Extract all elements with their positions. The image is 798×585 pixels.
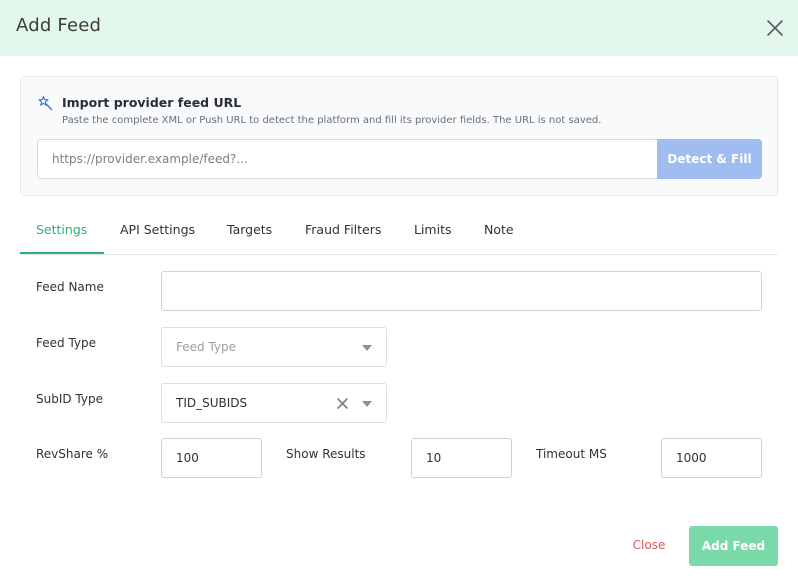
- revshare-label: RevShare %: [36, 447, 109, 461]
- tab-targets[interactable]: Targets: [227, 222, 272, 237]
- subid-type-value: TID_SUBIDS: [176, 396, 248, 410]
- tab-settings[interactable]: Settings: [36, 222, 87, 237]
- feed-type-label: Feed Type: [36, 336, 97, 350]
- modal-header: Add Feed: [0, 0, 798, 56]
- settings-tabs: Settings API Settings Targets Fraud Filt…: [20, 212, 778, 255]
- active-tab-indicator: [20, 252, 104, 254]
- provider-url-input[interactable]: [37, 139, 657, 179]
- tab-note[interactable]: Note: [484, 222, 514, 237]
- chevron-down-icon: [362, 401, 372, 407]
- clear-icon[interactable]: [336, 397, 349, 410]
- timeout-ms-label: Timeout MS: [536, 447, 607, 461]
- revshare-input[interactable]: [161, 438, 262, 478]
- feed-type-select[interactable]: Feed Type: [161, 327, 387, 367]
- feed-name-input[interactable]: [161, 271, 762, 311]
- detect-fill-button[interactable]: Detect & Fill: [657, 139, 762, 179]
- close-icon[interactable]: [764, 17, 786, 39]
- close-button[interactable]: Close: [616, 528, 682, 562]
- feed-type-placeholder: Feed Type: [176, 340, 237, 354]
- feed-name-label: Feed Name: [36, 280, 104, 294]
- import-title: Import provider feed URL: [62, 95, 242, 110]
- tab-api-settings[interactable]: API Settings: [120, 222, 195, 237]
- subid-type-select[interactable]: TID_SUBIDS: [161, 383, 387, 423]
- show-results-input[interactable]: [411, 438, 512, 478]
- import-description: Paste the complete XML or Push URL to de…: [62, 115, 602, 126]
- tab-limits[interactable]: Limits: [414, 222, 452, 237]
- chevron-down-icon: [362, 345, 372, 351]
- modal-title: Add Feed: [16, 15, 102, 36]
- add-feed-button[interactable]: Add Feed: [689, 526, 778, 566]
- tab-fraud-filters[interactable]: Fraud Filters: [305, 222, 381, 237]
- timeout-ms-input[interactable]: [661, 438, 762, 478]
- magic-wand-icon: [38, 95, 53, 111]
- add-feed-modal: Add Feed Import provider feed URL Paste …: [0, 0, 798, 585]
- show-results-label: Show Results: [286, 447, 366, 461]
- import-feed-panel: Import provider feed URL Paste the compl…: [20, 76, 778, 196]
- subid-type-label: SubID Type: [36, 392, 103, 406]
